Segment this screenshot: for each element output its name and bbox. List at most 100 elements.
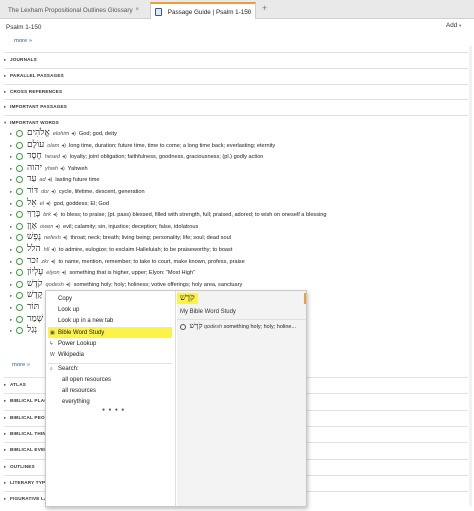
reference-input[interactable] — [6, 22, 116, 33]
hebrew-word[interactable]: קֹדֶשׁ — [27, 279, 43, 289]
word-row[interactable]: ▸ עֶלְיוֹן elyon ◂) something that is higher… — [10, 267, 195, 278]
menu-item-wikipedia[interactable]: W Wikipedia — [48, 350, 172, 360]
word-row[interactable]: ▸ בָּרַךְ brk ◂) to bless; to praise; (pt. p… — [10, 209, 327, 220]
speaker-icon[interactable]: ◂) — [60, 166, 65, 172]
word-study-circle-icon[interactable] — [16, 199, 23, 207]
close-icon[interactable]: × — [246, 4, 250, 19]
hebrew-word[interactable]: זכר — [27, 256, 38, 266]
hebrew-word[interactable]: בָּרַךְ — [27, 209, 40, 219]
preview-title: My Bible Word Study — [180, 309, 236, 315]
speaker-icon[interactable]: ◂) — [51, 247, 56, 253]
speaker-icon[interactable]: ◂) — [48, 177, 53, 183]
hebrew-word[interactable]: קֶדֶשׁ — [27, 290, 43, 300]
speaker-icon[interactable]: ◂) — [55, 224, 60, 230]
section-label: JOURNALS — [10, 57, 37, 62]
speaker-icon[interactable]: ◂) — [62, 270, 67, 276]
word-study-circle-icon[interactable] — [16, 304, 23, 312]
hebrew-word[interactable]: אֵל — [27, 198, 37, 208]
close-icon[interactable]: × — [135, 2, 139, 19]
word-row[interactable]: ▸ תּוֹר — [10, 302, 42, 313]
word-study-circle-icon[interactable] — [16, 141, 23, 149]
word-study-circle-icon[interactable] — [16, 280, 23, 288]
section-label: IMPORTANT PASSAGES — [10, 104, 68, 109]
word-row[interactable]: ▸ עַד ad ◂) lasting future time — [10, 174, 99, 185]
hebrew-word[interactable]: הלל — [27, 244, 41, 254]
scrollbar[interactable] — [469, 46, 472, 506]
more-options-dots[interactable]: ● ● ● ● — [102, 407, 125, 413]
word-row[interactable]: ▸ שָׁמַר — [10, 314, 46, 325]
speaker-icon[interactable]: ◂) — [62, 154, 67, 160]
word-study-circle-icon[interactable] — [16, 176, 23, 184]
section-cross-references[interactable]: ▸ CROSS REFERENCES — [4, 84, 468, 98]
speaker-icon[interactable]: ◂) — [51, 189, 56, 195]
section-journals[interactable]: ▸ JOURNALS — [4, 52, 468, 66]
tab-lexham-glossary[interactable]: The Lexham Propositional Outlines Glossa… — [2, 2, 147, 19]
hebrew-word[interactable]: אָוֶן — [27, 221, 37, 231]
add-button[interactable]: Add ▾ — [446, 22, 461, 29]
word-study-circle-icon[interactable] — [16, 153, 23, 161]
speaker-icon[interactable]: ◂) — [53, 212, 58, 218]
word-study-circle-icon[interactable] — [16, 327, 23, 335]
speaker-icon[interactable]: ◂) — [61, 143, 66, 149]
speaker-icon[interactable]: ◂) — [71, 131, 76, 137]
menu-item-power-lookup[interactable]: ϟ Power Lookup — [48, 339, 172, 349]
word-row[interactable]: ▸ זכר zkr ◂) to name, mention, remember; to … — [10, 256, 245, 267]
hebrew-word[interactable]: יהוה — [27, 163, 42, 173]
word-study-circle-icon[interactable] — [16, 130, 23, 138]
section-important-words[interactable]: ▾ IMPORTANT WORDS — [4, 115, 468, 129]
hebrew-word[interactable]: דּוֹר — [27, 186, 38, 196]
hebrew-word[interactable]: עוֹלָם — [27, 140, 44, 150]
menu-item-all-resources[interactable]: all resources — [48, 386, 172, 396]
menu-item-copy[interactable]: Copy — [48, 294, 172, 304]
new-tab-button[interactable]: + — [262, 3, 267, 13]
word-row[interactable]: ▸ אֱלֹהִים elohim ◂) God; god, deity — [10, 128, 117, 139]
word-row[interactable]: ▸ חֶסֶד hesed ◂) loyalty; joint obligation; … — [10, 151, 263, 162]
section-important-passages[interactable]: ▸ IMPORTANT PASSAGES — [4, 99, 468, 113]
hebrew-word[interactable]: שָׁמַר — [27, 314, 43, 324]
word-row[interactable]: ▸ נְגַל — [10, 325, 40, 336]
word-row[interactable]: ▸ עוֹלָם olam ◂) long time, duration; future… — [10, 140, 275, 151]
word-study-circle-icon[interactable] — [16, 188, 23, 196]
word-study-circle-icon[interactable] — [16, 257, 23, 265]
hebrew-word[interactable]: חֶסֶד — [27, 151, 42, 161]
word-study-circle-icon[interactable] — [16, 292, 23, 300]
word-study-circle-icon[interactable] — [16, 222, 23, 230]
word-row[interactable]: ▸ יהוה yhwh ◂) Yahweh — [10, 163, 88, 174]
menu-item-look-up-in-a-new-tab[interactable]: Look up in a new tab — [48, 316, 172, 326]
hebrew-word[interactable]: עֶלְיוֹן — [27, 267, 43, 277]
speaker-icon[interactable]: ◂) — [46, 201, 51, 207]
word-row[interactable]: ▸ קֶדֶשׁ — [10, 290, 46, 301]
word-study-circle-icon[interactable] — [16, 246, 23, 254]
word-study-circle-icon[interactable] — [16, 164, 23, 172]
transliteration: ad — [39, 177, 46, 184]
menu-item-all-open-resources[interactable]: all open resources — [48, 375, 172, 385]
word-row[interactable]: ▸ אָוֶן owen ◂) evil; calamity; sin, injusti… — [10, 221, 198, 232]
word-row[interactable]: ▸ קֹדֶשׁ qodesh ◂) something holy; holy; hol… — [10, 279, 242, 290]
word-row[interactable]: ▸ הלל hll ◂) to admire, eulogize; to exclaim… — [10, 244, 232, 255]
word-study-circle-icon[interactable] — [16, 211, 23, 219]
more-words-link[interactable]: more » — [12, 362, 30, 368]
preview-entry[interactable]: קֹדֶשׁ qodesh something holy; holy; holi… — [180, 321, 304, 332]
menu-item-everything[interactable]: everything — [48, 397, 172, 407]
hebrew-word[interactable]: נֶפֶשׁ — [27, 232, 41, 242]
menu-item-label: all resources — [62, 388, 97, 394]
hebrew-word[interactable]: אֱלֹהִים — [27, 128, 50, 138]
word-row[interactable]: ▸ דּוֹר dor ◂) cycle, lifetime, descent, gen… — [10, 186, 145, 197]
hebrew-word[interactable]: עַד — [27, 174, 36, 184]
speaker-icon[interactable]: ◂) — [63, 235, 68, 241]
speaker-icon[interactable]: ◂) — [66, 282, 71, 288]
section-parallel-passages[interactable]: ▸ PARALLEL PASSAGES — [4, 68, 468, 82]
more-link[interactable]: more » — [14, 38, 32, 44]
menu-item-bible-word-study[interactable]: ▣ Bible Word Study — [48, 328, 172, 338]
word-study-circle-icon[interactable] — [16, 234, 23, 242]
word-study-circle-icon[interactable] — [16, 269, 23, 277]
word-row[interactable]: ▸ אֵל el ◂) god, goddess; El; God — [10, 198, 109, 209]
word-study-circle-icon[interactable] — [16, 315, 23, 323]
gloss: lasting future time — [55, 177, 100, 184]
speaker-icon[interactable]: ◂) — [51, 259, 56, 265]
tab-passage-guide[interactable]: Passage Guide | Psalm 1-150 × — [150, 2, 256, 19]
menu-item-look-up[interactable]: Look up — [48, 305, 172, 315]
hebrew-word[interactable]: תּוֹר — [27, 302, 39, 312]
hebrew-word[interactable]: נְגַל — [27, 325, 37, 335]
word-row[interactable]: ▸ נֶפֶשׁ nefesh ◂) throat; neck; breath; liv… — [10, 232, 231, 243]
